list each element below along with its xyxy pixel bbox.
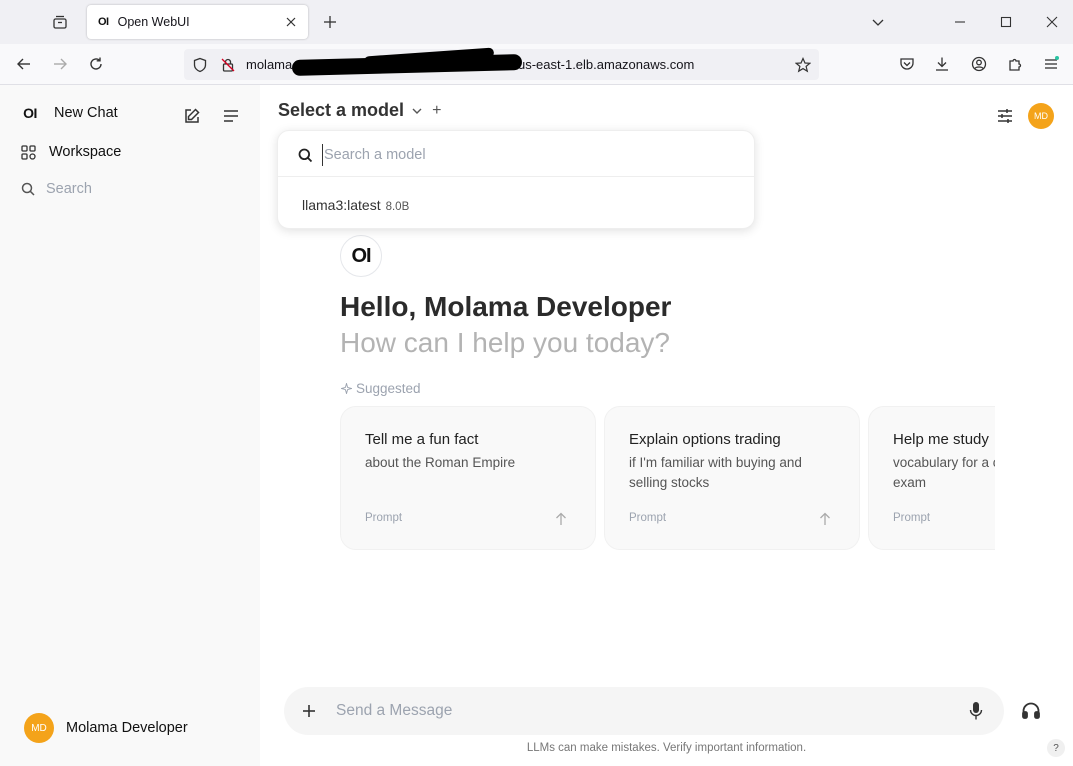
- disclaimer-text: LLMs can make mistakes. Verify important…: [526, 742, 807, 754]
- user-name: Molama Developer: [66, 720, 188, 736]
- model-option-size: 8.0B: [385, 201, 410, 213]
- sidebar-toggle-menu-icon[interactable]: [220, 105, 242, 127]
- new-chat-edit-icon[interactable]: [181, 105, 203, 127]
- prompt-label: Prompt: [629, 512, 667, 524]
- browser-tab-active[interactable]: OI Open WebUI: [87, 5, 308, 39]
- suggestion-title: Explain options trading: [629, 431, 781, 448]
- chevron-down-icon[interactable]: [866, 10, 890, 34]
- sidebar: OI New Chat Workspace Search MD Molama D…: [0, 85, 260, 766]
- prompt-label: Prompt: [893, 512, 931, 524]
- message-input[interactable]: [336, 699, 936, 723]
- model-search-bar: [278, 131, 754, 177]
- main-area: Select a model + MD llama3:latest 8.0B O…: [260, 85, 1073, 766]
- hero-logo: OI: [340, 235, 382, 277]
- url-bar[interactable]: molama us-east-1.elb.amazonaws.com: [184, 47, 819, 80]
- avatar[interactable]: MD: [1028, 103, 1054, 129]
- suggestion-card[interactable]: Tell me a fun fact about the Roman Empir…: [340, 406, 596, 550]
- help-button[interactable]: ?: [1047, 739, 1065, 757]
- pocket-icon[interactable]: [895, 52, 919, 76]
- model-option[interactable]: llama3:latest 8.0B: [302, 197, 409, 213]
- model-selector[interactable]: Select a model +: [278, 100, 441, 121]
- search-icon: [296, 146, 314, 164]
- greeting-subtitle: How can I help you today?: [340, 327, 670, 358]
- suggestion-subtitle: if I'm familiar with buying and selling …: [629, 455, 802, 490]
- plus-icon[interactable]: [298, 700, 320, 722]
- model-option-name: llama3:latest: [302, 197, 381, 213]
- sidebar-user-profile[interactable]: MD Molama Developer: [24, 713, 188, 743]
- add-model-button[interactable]: +: [432, 102, 441, 120]
- sidebar-new-chat[interactable]: OI New Chat: [14, 105, 118, 121]
- maximize-icon[interactable]: [994, 10, 1018, 34]
- tab-title: Open WebUI: [117, 15, 190, 29]
- suggestion-subtitle: about the Roman Empire: [365, 455, 516, 470]
- hamburger-menu-icon[interactable]: [1039, 52, 1063, 76]
- suggestion-subtitle: vocabulary for a college entrance exam: [893, 455, 995, 490]
- close-tab-icon[interactable]: [282, 13, 300, 31]
- minimize-icon[interactable]: [948, 10, 972, 34]
- search-label: Search: [46, 181, 92, 197]
- arrow-up-icon: [817, 511, 833, 527]
- message-composer: [284, 687, 1004, 735]
- url-text-suffix: us-east-1.elb.amazonaws.com: [518, 57, 695, 72]
- close-window-icon[interactable]: [1040, 10, 1064, 34]
- bookmark-star-icon[interactable]: [793, 55, 813, 75]
- suggested-header: Suggested: [340, 381, 421, 396]
- suggestion-cards: Tell me a fun fact about the Roman Empir…: [340, 406, 995, 550]
- new-tab-icon[interactable]: [318, 10, 342, 34]
- url-text-prefix: molama: [246, 57, 293, 72]
- workspace-label: Workspace: [49, 144, 122, 160]
- arrow-up-icon: [553, 511, 569, 527]
- sidebar-search[interactable]: Search: [20, 181, 92, 197]
- model-dropdown: llama3:latest 8.0B: [277, 130, 755, 229]
- workspace-grid-icon: [20, 144, 36, 160]
- app-logo: OI: [23, 105, 37, 121]
- tab-favicon-icon: OI: [98, 16, 109, 28]
- settings-sliders-icon[interactable]: [994, 105, 1016, 127]
- back-arrow-icon[interactable]: [12, 52, 36, 76]
- suggested-label: Suggested: [356, 381, 421, 396]
- greeting-title: Hello, Molama Developer: [340, 291, 672, 322]
- download-icon[interactable]: [930, 52, 954, 76]
- account-icon[interactable]: [967, 52, 991, 76]
- suggestion-title: Help me study: [893, 431, 989, 448]
- suggestion-title: Tell me a fun fact: [365, 431, 479, 448]
- chevron-down-icon: [411, 105, 423, 117]
- reload-icon[interactable]: [84, 52, 108, 76]
- browser-titlebar: OI Open WebUI: [0, 0, 1073, 44]
- sidebar-item-workspace[interactable]: Workspace: [20, 144, 121, 160]
- new-chat-label: New Chat: [54, 105, 118, 121]
- prompt-label: Prompt: [365, 512, 403, 524]
- sparkle-icon: [340, 383, 352, 395]
- headphones-icon[interactable]: [1019, 699, 1043, 723]
- suggestion-card[interactable]: Help me study vocabulary for a college e…: [868, 406, 995, 550]
- insecure-lock-icon[interactable]: [218, 55, 238, 75]
- tab-list-icon[interactable]: [48, 10, 72, 34]
- model-search-input[interactable]: [322, 144, 722, 166]
- suggestion-card[interactable]: Explain options trading if I'm familiar …: [604, 406, 860, 550]
- browser-navbar: molama us-east-1.elb.amazonaws.com: [0, 44, 1073, 85]
- shield-icon[interactable]: [190, 55, 210, 75]
- microphone-icon[interactable]: [965, 700, 987, 722]
- avatar: MD: [24, 713, 54, 743]
- forward-arrow-icon[interactable]: [48, 52, 72, 76]
- search-icon: [20, 181, 36, 197]
- extensions-icon[interactable]: [1003, 52, 1027, 76]
- model-select-label: Select a model: [278, 100, 405, 120]
